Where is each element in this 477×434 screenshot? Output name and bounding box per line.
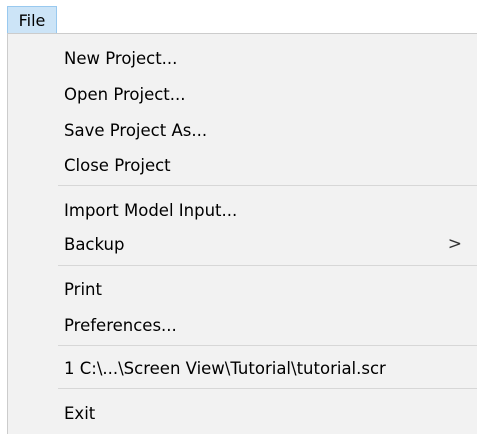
chevron-right-icon: > [447,234,462,254]
menu-item-label: Open Project... [64,84,186,104]
menu-item-save-project-as[interactable]: Save Project As... [8,114,477,146]
menu-separator [58,388,477,389]
menu-item-label: Print [64,279,102,299]
menu-item-print[interactable]: Print [8,273,477,305]
menu-item-import-model-input[interactable]: Import Model Input... [8,194,477,226]
menu-item-label: Close Project [64,155,171,175]
menu-item-label: Import Model Input... [64,200,238,220]
menu-item-close-project[interactable]: Close Project [8,149,477,181]
menu-item-new-project[interactable]: New Project... [8,42,477,74]
application-window: File New Project... Open Project... Save… [0,0,477,434]
menu-item-backup[interactable]: Backup > [8,228,477,260]
menu-item-open-project[interactable]: Open Project... [8,78,477,110]
menu-item-preferences[interactable]: Preferences... [8,309,477,341]
menu-item-label: 1 C:\...\Screen View\Tutorial\tutorial.s… [64,358,386,378]
menu-separator [58,345,477,346]
menu-bar: File [0,0,477,33]
menu-item-exit[interactable]: Exit [8,397,477,429]
menu-item-label: Backup [64,234,125,254]
file-menu-button[interactable]: File [7,6,57,33]
menu-separator [58,185,477,186]
menu-item-label: Save Project As... [64,120,208,140]
menu-item-label: Exit [64,403,96,423]
menu-item-recent-file-1[interactable]: 1 C:\...\Screen View\Tutorial\tutorial.s… [8,352,477,384]
menu-separator [58,265,477,266]
menu-item-label: Preferences... [64,315,177,335]
file-menu-dropdown: New Project... Open Project... Save Proj… [7,33,477,434]
menu-item-label: New Project... [64,48,178,68]
